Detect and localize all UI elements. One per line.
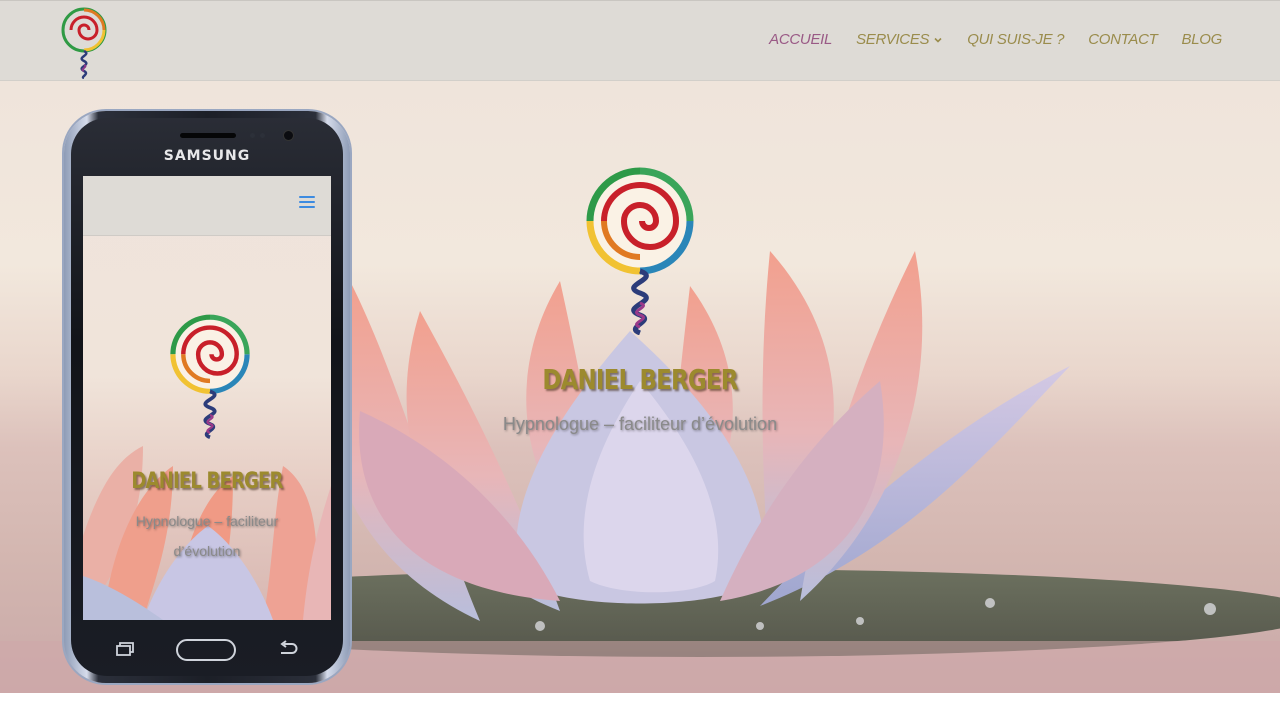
nav-item-contact[interactable]: CONTACT: [1088, 31, 1158, 48]
speaker-grille: [180, 133, 236, 138]
nav-item-qui-suis-je[interactable]: QUI SUIS-JE ?: [967, 31, 1064, 48]
phone-screen-title: DANIEL BERGER: [131, 469, 283, 494]
spiral-logo-icon: [170, 314, 250, 440]
nav-item-blog[interactable]: BLOG: [1181, 31, 1223, 48]
hero-subtitle: Hypnologue – faciliteur d’évolution: [502, 414, 778, 434]
phone-mockup: SAMSUNG DANIEL BERGER Hypnologue – facil…: [64, 111, 350, 683]
phone-screen: DANIEL BERGER Hypnologue – faciliteur d’…: [83, 176, 331, 620]
phone-screen-subtitle: Hypnologue – faciliteur d’évolution: [135, 513, 279, 559]
nav-item-accueil[interactable]: ACCUEIL: [769, 31, 832, 48]
back-icon[interactable]: [278, 640, 298, 658]
phone-screen-header: [83, 176, 331, 236]
phone-nav-buttons: [64, 633, 350, 669]
chevron-down-icon: [934, 37, 942, 43]
spiral-logo-icon: [586, 167, 694, 335]
phone-brand: SAMSUNG: [163, 148, 251, 164]
main-nav: ACCUEIL SERVICES QUI SUIS-JE ? CONTACT B…: [769, 31, 1222, 48]
nav-item-label: BLOG: [1181, 31, 1223, 48]
nav-item-label: SERVICES: [856, 31, 930, 48]
sensor: [260, 133, 265, 138]
home-button[interactable]: [176, 639, 236, 661]
nav-item-label: QUI SUIS-JE ?: [967, 31, 1065, 48]
hamburger-menu-icon[interactable]: [299, 196, 315, 210]
spiral-logo-icon[interactable]: [58, 5, 110, 79]
recent-apps-icon[interactable]: [116, 642, 134, 656]
nav-item-services[interactable]: SERVICES: [856, 31, 943, 48]
nav-item-label: ACCUEIL: [769, 31, 833, 48]
nav-item-label: CONTACT: [1088, 31, 1158, 48]
site-header: ACCUEIL SERVICES QUI SUIS-JE ? CONTACT B…: [0, 0, 1280, 81]
camera-icon: [284, 131, 293, 140]
sensor: [250, 133, 255, 138]
hero-title: DANIEL BERGER: [542, 363, 738, 396]
